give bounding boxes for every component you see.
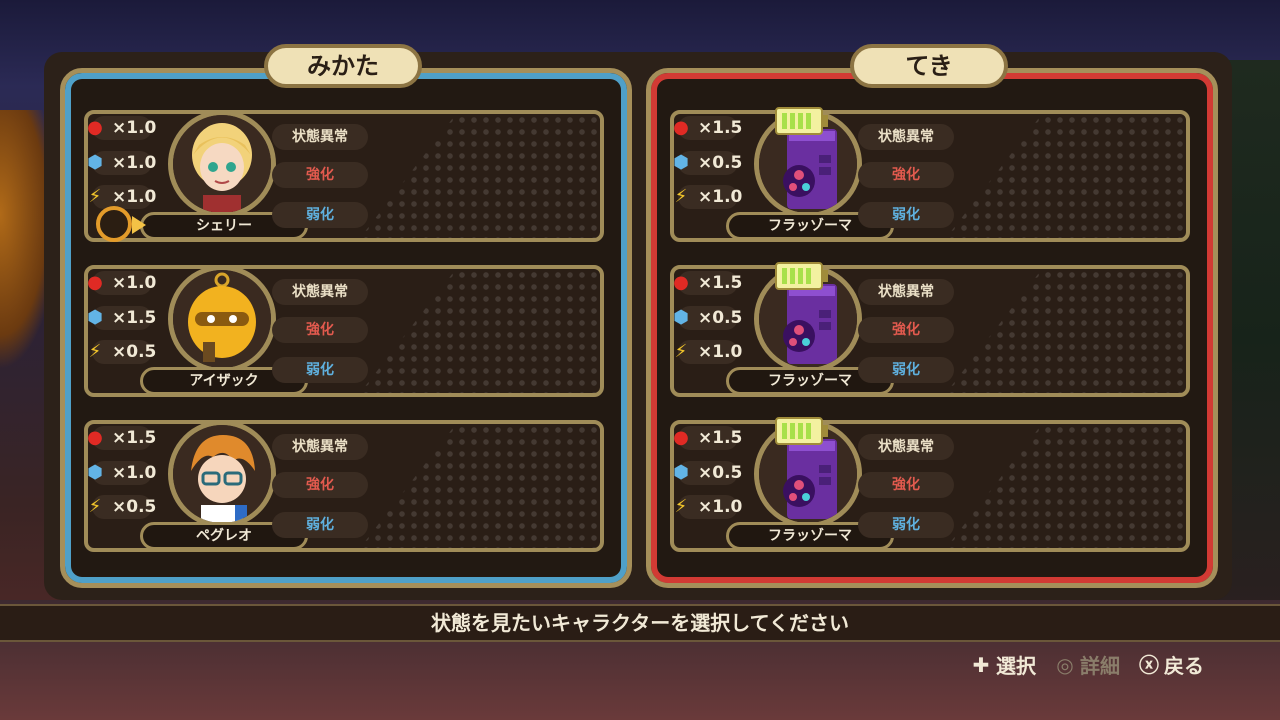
hint-details[interactable]: ◎ 詳細 xyxy=(1054,650,1120,679)
ice-multiplier-value: ×1.0 xyxy=(112,463,157,483)
fire-multiplier: ● ×1.5 xyxy=(87,426,156,450)
bolt-multiplier: ⚡ ×1.0 xyxy=(675,340,742,364)
ice-multiplier-value: ×0.5 xyxy=(698,308,743,328)
bolt-weakness-icon: ⚡ xyxy=(88,496,102,517)
battery-gauge-icon xyxy=(774,261,830,291)
bolt-multiplier-value: ×1.0 xyxy=(698,187,743,207)
fire-weakness-icon: ● xyxy=(673,272,689,293)
ice-multiplier: ⬢ ×1.0 xyxy=(87,461,156,485)
fire-multiplier: ● ×1.5 xyxy=(673,116,742,140)
instruction-message: 状態を見たいキャラクターを選択してください xyxy=(0,604,1280,642)
ice-weakness-icon: ⬢ xyxy=(87,152,103,173)
status-debuff-label: 弱化 xyxy=(858,202,954,228)
bolt-multiplier: ⚡ ×1.0 xyxy=(675,185,742,209)
status-debuff-label: 弱化 xyxy=(858,512,954,538)
fire-multiplier-value: ×1.0 xyxy=(112,118,157,138)
card-pattern xyxy=(360,114,600,238)
button-hints: ✚ 選択 ◎ 詳細 ⓧ 戻る xyxy=(970,650,1204,679)
hint-back[interactable]: ⓧ 戻る xyxy=(1138,650,1204,679)
card-pattern xyxy=(946,269,1186,393)
fire-multiplier-value: ×1.5 xyxy=(112,428,157,448)
ice-multiplier: ⬢ ×0.5 xyxy=(673,306,742,330)
status-abnormal-label: 状態異常 xyxy=(272,434,368,460)
cross-button-icon: ⓧ xyxy=(1139,652,1159,677)
status-debuff-label: 弱化 xyxy=(272,202,368,228)
fire-weakness-icon: ● xyxy=(673,117,689,138)
fire-multiplier-value: ×1.5 xyxy=(698,273,743,293)
battery-gauge-icon xyxy=(774,106,830,136)
battery-gauge-icon xyxy=(774,416,830,446)
fire-weakness-icon: ● xyxy=(87,117,103,138)
fire-multiplier: ● ×1.0 xyxy=(87,271,156,295)
fire-multiplier-value: ×1.0 xyxy=(112,273,157,293)
bolt-multiplier-value: ×1.0 xyxy=(112,187,157,207)
card-pattern xyxy=(946,424,1186,548)
fire-multiplier-value: ×1.5 xyxy=(698,428,743,448)
girl-blonde-portrait xyxy=(168,110,276,218)
hint-details-label: 詳細 xyxy=(1080,654,1120,678)
status-abnormal-label: 状態異常 xyxy=(858,124,954,150)
bolt-multiplier: ⚡ ×1.0 xyxy=(675,495,742,519)
bolt-multiplier-value: ×0.5 xyxy=(112,342,157,362)
ice-weakness-icon: ⬢ xyxy=(87,462,103,483)
bolt-multiplier-value: ×1.0 xyxy=(698,342,743,362)
ice-multiplier-value: ×0.5 xyxy=(698,153,743,173)
fire-multiplier: ● ×1.0 xyxy=(87,116,156,140)
fire-weakness-icon: ● xyxy=(87,272,103,293)
ice-weakness-icon: ⬢ xyxy=(673,307,689,328)
bolt-multiplier-value: ×0.5 xyxy=(112,497,157,517)
enemy-panel-title: てき xyxy=(850,44,1008,88)
bolt-multiplier: ⚡ ×0.5 xyxy=(89,340,156,364)
ice-multiplier-value: ×1.0 xyxy=(112,153,157,173)
bolt-weakness-icon: ⚡ xyxy=(674,186,688,207)
bolt-multiplier-value: ×1.0 xyxy=(698,497,743,517)
ice-weakness-icon: ⬢ xyxy=(673,152,689,173)
hint-back-label: 戻る xyxy=(1164,654,1204,678)
cursor-arrow-icon xyxy=(132,216,146,234)
status-abnormal-label: 状態異常 xyxy=(858,279,954,305)
boy-glasses-portrait xyxy=(168,420,276,528)
yellow-robot-portrait xyxy=(168,265,276,373)
circle-button-icon: ◎ xyxy=(1056,652,1074,677)
status-debuff-label: 弱化 xyxy=(272,512,368,538)
status-buff-label: 強化 xyxy=(858,162,954,188)
bolt-weakness-icon: ⚡ xyxy=(674,496,688,517)
ice-weakness-icon: ⬢ xyxy=(87,307,103,328)
bolt-weakness-icon: ⚡ xyxy=(674,341,688,362)
status-buff-label: 強化 xyxy=(272,317,368,343)
status-debuff-label: 弱化 xyxy=(272,357,368,383)
fire-weakness-icon: ● xyxy=(87,427,103,448)
card-pattern xyxy=(360,424,600,548)
ice-multiplier-value: ×1.5 xyxy=(112,308,157,328)
status-buff-label: 強化 xyxy=(858,472,954,498)
fire-multiplier-value: ×1.5 xyxy=(698,118,743,138)
ice-multiplier: ⬢ ×0.5 xyxy=(673,151,742,175)
fire-weakness-icon: ● xyxy=(673,427,689,448)
hint-select[interactable]: ✚ 選択 xyxy=(970,650,1036,679)
hint-select-label: 選択 xyxy=(996,654,1036,678)
status-buff-label: 強化 xyxy=(272,162,368,188)
bolt-weakness-icon: ⚡ xyxy=(88,341,102,362)
ice-multiplier-value: ×0.5 xyxy=(698,463,743,483)
bolt-multiplier: ⚡ ×1.0 xyxy=(89,185,156,209)
ice-multiplier: ⬢ ×1.0 xyxy=(87,151,156,175)
status-debuff-label: 弱化 xyxy=(858,357,954,383)
card-pattern xyxy=(360,269,600,393)
dpad-icon: ✚ xyxy=(972,652,990,677)
ice-multiplier: ⬢ ×1.5 xyxy=(87,306,156,330)
status-buff-label: 強化 xyxy=(272,472,368,498)
fire-multiplier: ● ×1.5 xyxy=(673,271,742,295)
ally-panel-title: みかた xyxy=(264,44,422,88)
status-buff-label: 強化 xyxy=(858,317,954,343)
status-abnormal-label: 状態異常 xyxy=(272,279,368,305)
status-abnormal-label: 状態異常 xyxy=(272,124,368,150)
card-pattern xyxy=(946,114,1186,238)
selection-cursor-icon xyxy=(96,206,132,242)
ice-multiplier: ⬢ ×0.5 xyxy=(673,461,742,485)
status-abnormal-label: 状態異常 xyxy=(858,434,954,460)
bolt-multiplier: ⚡ ×0.5 xyxy=(89,495,156,519)
fire-multiplier: ● ×1.5 xyxy=(673,426,742,450)
bolt-weakness-icon: ⚡ xyxy=(88,186,102,207)
ice-weakness-icon: ⬢ xyxy=(673,462,689,483)
